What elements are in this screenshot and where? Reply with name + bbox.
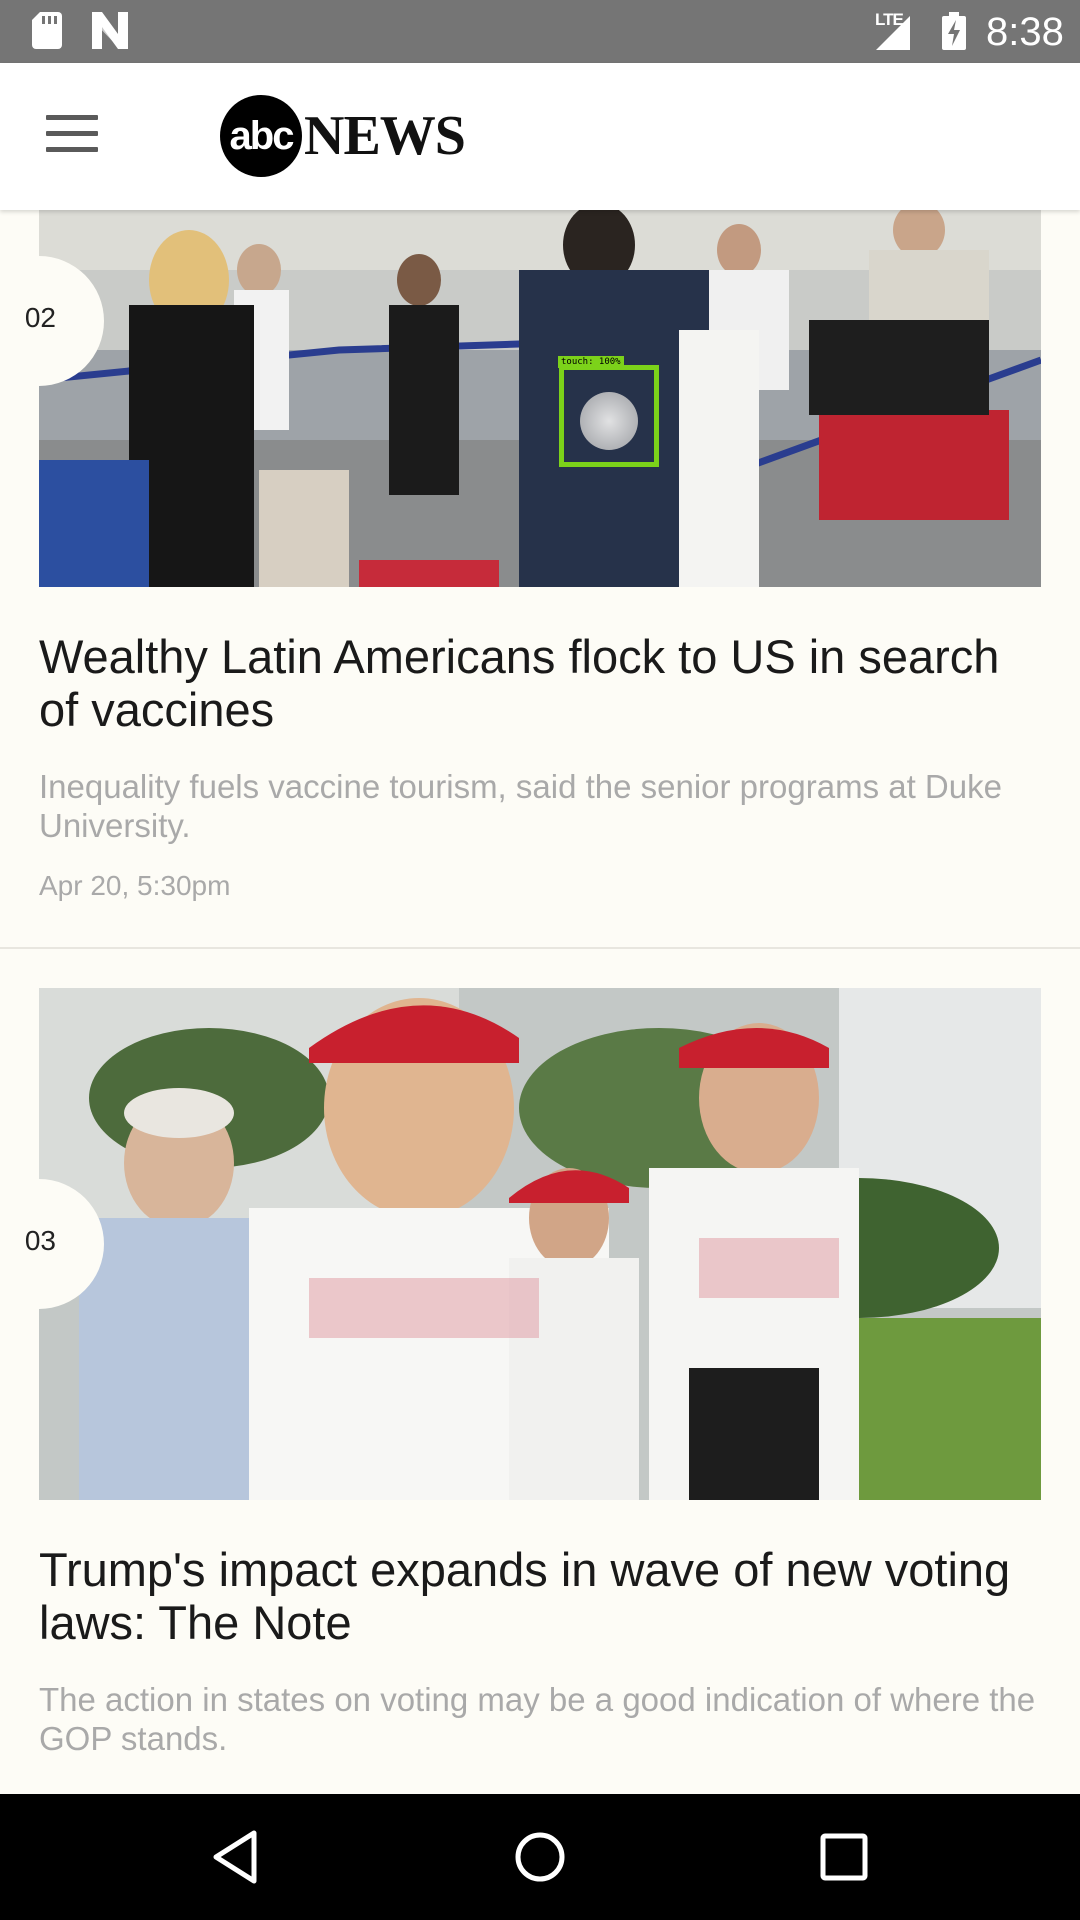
logo-word: NEWS (304, 105, 466, 167)
sd-card-icon (32, 12, 62, 49)
divider (0, 947, 1080, 949)
article-timestamp: Apr 20, 5:30pm (39, 870, 231, 901)
article-card[interactable]: 03 Trump's impact expands in wave of new… (0, 950, 1080, 1794)
n-notification-icon (92, 12, 128, 49)
article-headline[interactable]: Wealthy Latin Americans flock to US in s… (39, 630, 1039, 736)
logo-mark: abc (220, 95, 302, 177)
rank-number: 02 (24, 302, 56, 333)
app-bar: abc NEWS (0, 63, 1080, 210)
article-headline[interactable]: Trump's impact expands in wave of new vo… (39, 1543, 1039, 1649)
article-card[interactable]: 02 Wealthy Latin Americans flock to US i… (0, 210, 1080, 948)
back-icon[interactable] (206, 1827, 266, 1887)
clock: 8:38 (986, 10, 1064, 54)
article-image[interactable] (39, 988, 1041, 1500)
hamburger-menu-icon[interactable] (46, 115, 98, 153)
home-icon[interactable] (510, 1827, 570, 1887)
news-feed[interactable]: 02 Wealthy Latin Americans flock to US i… (0, 210, 1080, 1794)
article-summary: The action in states on voting may be a … (39, 1681, 1036, 1757)
rank-number: 03 (24, 1225, 56, 1256)
navigation-bar (0, 1794, 1080, 1920)
touch-point-icon (580, 392, 638, 450)
article-image[interactable] (39, 210, 1041, 587)
battery-charging-icon (942, 12, 966, 50)
article-summary: Inequality fuels vaccine tourism, said t… (39, 768, 1002, 844)
signal-icon (876, 16, 910, 50)
status-bar: LTE 8:38 (0, 0, 1080, 63)
airport-line-photo (39, 210, 1041, 587)
recents-icon[interactable] (814, 1827, 874, 1887)
rally-attendees-photo (39, 988, 1041, 1500)
